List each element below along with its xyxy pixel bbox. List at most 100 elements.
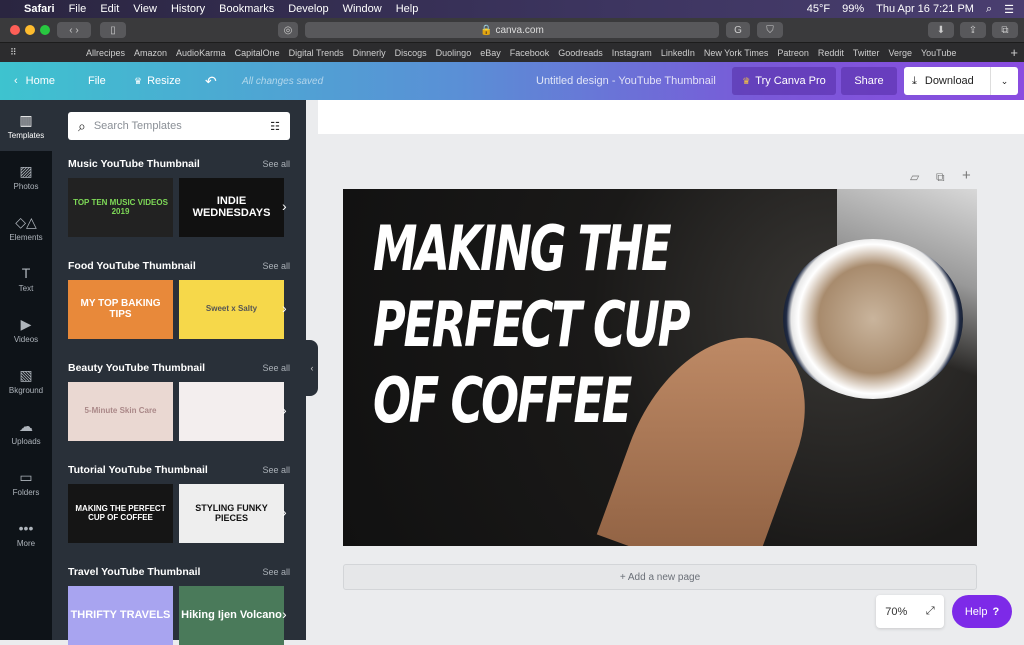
template-thumbnail[interactable]: STYLING FUNKY PIECES [179, 484, 284, 543]
bookmark[interactable]: Allrecipes [86, 48, 125, 58]
template-thumbnail[interactable]: Sweet x Salty [179, 280, 284, 339]
tabs-icon[interactable]: ⧉ [992, 22, 1018, 38]
shield-extension-icon[interactable]: ⛉ [757, 22, 783, 38]
menu-edit[interactable]: Edit [100, 3, 119, 15]
design-canvas[interactable]: MAKING THE PERFECT CUP OF COFFEE [343, 189, 977, 546]
chevron-right-icon[interactable]: › [282, 402, 287, 418]
template-thumbnail[interactable] [179, 382, 284, 441]
menu-file[interactable]: File [69, 3, 87, 15]
bookmark[interactable]: Duolingo [436, 48, 472, 58]
mac-menubar: Safari File Edit View History Bookmarks … [0, 0, 1024, 18]
close-window-button[interactable] [10, 25, 20, 35]
bookmark[interactable]: Instagram [612, 48, 652, 58]
grammarly-extension-icon[interactable]: G [726, 22, 750, 38]
template-thumbnail[interactable]: MY TOP BAKING TIPS [68, 280, 173, 339]
rail-item-text[interactable]: T Text [0, 253, 52, 304]
see-all-link[interactable]: See all [262, 363, 290, 373]
rail-item-videos[interactable]: ▶ Videos [0, 304, 52, 355]
safari-toolbar: ‹ › ▯ ◎ 🔒 canva.com G ⛉ ⬇ ⇪ ⧉ [0, 18, 1024, 42]
template-thumbnail[interactable]: Hiking Ijen Volcano [179, 586, 284, 645]
control-center-icon[interactable]: ☰ [1004, 3, 1014, 16]
new-tab-icon[interactable]: + [1010, 45, 1018, 60]
bookmark[interactable]: Digital Trends [289, 48, 344, 58]
notes-icon[interactable]: ▱ [910, 170, 919, 184]
home-button[interactable]: ‹ Home [14, 62, 55, 100]
share-icon[interactable]: ⇪ [960, 22, 986, 38]
see-all-link[interactable]: See all [262, 159, 290, 169]
canvas-top-strip [318, 100, 1024, 134]
spotlight-icon[interactable]: ⌕ [986, 3, 992, 16]
template-thumbnail[interactable]: TOP TEN MUSIC VIDEOS 2019 [68, 178, 173, 237]
bookmark[interactable]: Dinnerly [353, 48, 386, 58]
rail-item-photos[interactable]: ▨ Photos [0, 151, 52, 202]
design-headline[interactable]: MAKING THE PERFECT CUP OF COFFEE [373, 211, 690, 439]
template-thumbnail[interactable]: THRIFTY TRAVELS [68, 586, 173, 645]
rail-item-folders[interactable]: ▭ Folders [0, 457, 52, 508]
minimize-window-button[interactable] [25, 25, 35, 35]
rail-item-more[interactable]: ••• More [0, 508, 52, 559]
bookmark[interactable]: Amazon [134, 48, 167, 58]
bookmark[interactable]: LinkedIn [661, 48, 695, 58]
rail-item-bkground[interactable]: ▧ Bkground [0, 355, 52, 406]
back-forward-buttons[interactable]: ‹ › [57, 22, 91, 38]
bookmark[interactable]: AudioKarma [176, 48, 226, 58]
bookmark[interactable]: New York Times [704, 48, 769, 58]
chevron-right-icon[interactable]: › [282, 300, 287, 316]
menu-history[interactable]: History [171, 3, 205, 15]
collapse-panel-button[interactable]: ‹ [306, 340, 318, 396]
see-all-link[interactable]: See all [262, 465, 290, 475]
clock[interactable]: Thu Apr 16 7:21 PM [876, 3, 974, 15]
bookmark[interactable]: CapitalOne [235, 48, 280, 58]
see-all-link[interactable]: See all [262, 261, 290, 271]
privacy-icon[interactable]: ◎ [278, 22, 298, 38]
undo-icon[interactable]: ↶ [205, 62, 217, 100]
bookmark[interactable]: YouTube [921, 48, 956, 58]
share-button[interactable]: Share [841, 67, 897, 95]
sidebar-toggle-icon[interactable]: ▯ [100, 22, 126, 38]
see-all-link[interactable]: See all [262, 567, 290, 577]
rail-item-uploads[interactable]: ☁ Uploads [0, 406, 52, 457]
chevron-right-icon[interactable]: › [282, 504, 287, 520]
bookmark[interactable]: eBay [480, 48, 501, 58]
resize-button[interactable]: ♛ Resize [134, 62, 181, 100]
bookmark[interactable]: Goodreads [558, 48, 603, 58]
zoom-level[interactable]: 70% [885, 606, 907, 618]
add-page-icon[interactable]: + [962, 167, 971, 184]
fullscreen-icon[interactable]: ⤢ [926, 605, 935, 618]
duplicate-page-icon[interactable]: ⧉ [936, 170, 945, 185]
rail-item-templates[interactable]: ▥ Templates [0, 100, 52, 151]
downloads-icon[interactable]: ⬇ [928, 22, 954, 38]
chevron-right-icon[interactable]: › [282, 606, 287, 622]
document-title[interactable]: Untitled design - YouTube Thumbnail [536, 62, 716, 100]
chevron-right-icon[interactable]: › [282, 198, 287, 214]
zoom-control[interactable]: 70% ⤢ [876, 595, 944, 628]
download-button[interactable]: ⤓ Download ⌄ [904, 67, 1018, 95]
menu-app[interactable]: Safari [24, 3, 55, 15]
menu-view[interactable]: View [133, 3, 157, 15]
menu-help[interactable]: Help [396, 3, 419, 15]
bookmark[interactable]: Reddit [818, 48, 844, 58]
template-thumbnail[interactable]: 5-Minute Skin Care [68, 382, 173, 441]
download-options-chevron-icon[interactable]: ⌄ [990, 67, 1018, 95]
try-canva-pro-button[interactable]: ♛ Try Canva Pro [732, 67, 836, 95]
bookmark[interactable]: Discogs [395, 48, 427, 58]
zoom-window-button[interactable] [40, 25, 50, 35]
bookmark[interactable]: Verge [888, 48, 912, 58]
bookmark[interactable]: Patreon [777, 48, 809, 58]
menu-bookmarks[interactable]: Bookmarks [219, 3, 274, 15]
weather-status[interactable]: 45°F [807, 3, 830, 15]
rail-item-elements[interactable]: ◇△ Elements [0, 202, 52, 253]
menu-window[interactable]: Window [343, 3, 382, 15]
grid-icon[interactable]: ⠿ [10, 47, 17, 58]
file-menu-button[interactable]: File [88, 62, 106, 100]
address-bar[interactable]: 🔒 canva.com [305, 22, 719, 38]
bookmark[interactable]: Twitter [853, 48, 880, 58]
save-status: All changes saved [242, 75, 324, 87]
menu-develop[interactable]: Develop [288, 3, 328, 15]
battery-status[interactable]: 99% [842, 3, 864, 15]
template-thumbnail[interactable]: MAKING THE PERFECT CUP OF COFFEE [68, 484, 173, 543]
bookmark[interactable]: Facebook [510, 48, 550, 58]
template-thumbnail[interactable]: INDIE WEDNESDAYS [179, 178, 284, 237]
help-button[interactable]: Help? [952, 595, 1012, 628]
add-new-page-button[interactable]: + Add a new page [343, 564, 977, 590]
